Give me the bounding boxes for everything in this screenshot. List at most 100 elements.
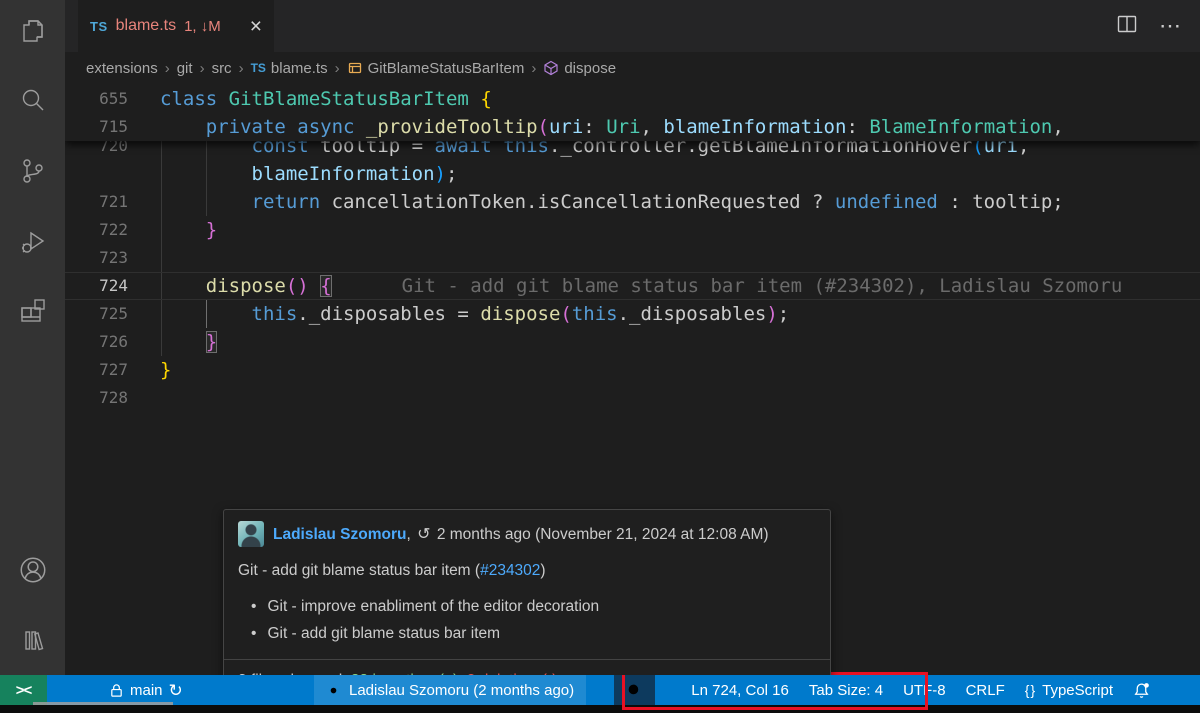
symbol-class-icon bbox=[347, 60, 363, 76]
commit-time: 2 months ago (November 21, 2024 at 12:08… bbox=[437, 526, 769, 543]
library-icon[interactable] bbox=[16, 623, 50, 657]
account-icon[interactable] bbox=[16, 553, 50, 587]
code-line[interactable]: 726 } bbox=[65, 328, 1200, 356]
code-editor[interactable]: 720 const tooltip = await this._controll… bbox=[65, 84, 1200, 675]
remote-indicator[interactable]: >< bbox=[0, 675, 47, 705]
code-line[interactable]: blameInformation); bbox=[65, 160, 1200, 188]
line-number: 721 bbox=[65, 188, 128, 216]
zoom-in-icon bbox=[626, 682, 643, 699]
avatar bbox=[238, 521, 264, 547]
activity-bar bbox=[0, 0, 65, 675]
line-number: 715 bbox=[65, 113, 128, 141]
status-tab-size[interactable]: Tab Size: 4 bbox=[799, 675, 893, 705]
symbol-method-icon bbox=[543, 60, 559, 76]
code-text: } bbox=[160, 356, 171, 384]
breadcrumb-separator: › bbox=[200, 60, 205, 77]
line-number: 722 bbox=[65, 216, 128, 244]
breadcrumb-extensions[interactable]: extensions bbox=[86, 60, 158, 77]
lock-icon bbox=[109, 683, 124, 698]
status-notifications[interactable] bbox=[1123, 675, 1160, 705]
code-line[interactable]: 725 this._disposables = dispose(this._di… bbox=[65, 300, 1200, 328]
line-number: 655 bbox=[65, 85, 128, 113]
ts-file-icon: TS bbox=[90, 19, 108, 34]
extensions-icon[interactable] bbox=[16, 294, 50, 328]
breadcrumb-separator: › bbox=[531, 60, 536, 77]
line-number: 723 bbox=[65, 244, 128, 272]
ts-file-icon: TS bbox=[251, 61, 266, 75]
status-bar: >< main ↻ Ladislau Szomoru (2 months ago… bbox=[0, 675, 1200, 705]
breadcrumb-src[interactable]: src bbox=[212, 60, 232, 77]
code-text: class GitBlameStatusBarItem { bbox=[160, 85, 492, 113]
breadcrumb-file[interactable]: TSblame.ts bbox=[251, 60, 328, 77]
line-number: 726 bbox=[65, 328, 128, 356]
code-line[interactable]: 722 } bbox=[65, 216, 1200, 244]
code-line[interactable]: 724 dispose() {Git - add git blame statu… bbox=[65, 272, 1200, 300]
commit-message: Git - add git blame status bar item (#23… bbox=[238, 562, 816, 580]
commit-bullets: •Git - improve enabliment of the editor … bbox=[238, 593, 816, 647]
code-line[interactable]: 715 private async _provideTooltip(uri: U… bbox=[65, 113, 1200, 141]
inline-blame-annotation: Git - add git blame status bar item (#23… bbox=[332, 275, 1123, 297]
breadcrumb-separator: › bbox=[335, 60, 340, 77]
code-line[interactable]: 723 bbox=[65, 244, 1200, 272]
git-commit-icon bbox=[326, 683, 341, 698]
explorer-icon[interactable] bbox=[16, 14, 50, 48]
deletions-count: 2 deletions(-) bbox=[467, 672, 557, 675]
braces-icon: {} bbox=[1025, 682, 1036, 698]
status-encoding[interactable]: UTF-8 bbox=[893, 675, 956, 705]
code-text: private async _provideTooltip(uri: Uri, … bbox=[160, 113, 1064, 141]
code-line[interactable]: 727} bbox=[65, 356, 1200, 384]
bell-icon bbox=[1133, 682, 1150, 699]
code-text: blameInformation); bbox=[160, 160, 457, 188]
split-editor-icon[interactable] bbox=[1115, 12, 1139, 41]
branch-item[interactable]: main ↻ bbox=[99, 675, 193, 705]
status-language[interactable]: {} TypeScript bbox=[1015, 675, 1123, 705]
sync-icon: ↻ bbox=[169, 682, 183, 699]
bullet-item: •Git - improve enabliment of the editor … bbox=[238, 593, 816, 620]
issue-link[interactable]: #234302 bbox=[480, 562, 540, 579]
window-bottom-edge bbox=[0, 705, 1200, 713]
tab-blame-ts[interactable]: TS blame.ts 1, ↓M × bbox=[78, 0, 274, 52]
more-actions-icon[interactable]: ⋯ bbox=[1159, 13, 1182, 39]
insertions-count: 88 insertions(+) bbox=[351, 672, 458, 675]
commit-stats: 3 files changed, 88 insertions(+), 2 del… bbox=[238, 672, 816, 675]
line-number bbox=[65, 160, 128, 188]
sticky-scroll[interactable]: 655class GitBlameStatusBarItem {715 priv… bbox=[65, 84, 1200, 141]
history-icon: ↺ bbox=[417, 526, 430, 543]
breadcrumb-method[interactable]: dispose bbox=[543, 60, 616, 77]
breadcrumb-git[interactable]: git bbox=[177, 60, 193, 77]
line-number: 724 bbox=[65, 272, 128, 300]
code-text: this._disposables = dispose(this._dispos… bbox=[160, 300, 789, 328]
status-cursor-position[interactable]: Ln 724, Col 16 bbox=[681, 675, 799, 705]
git-blame-status-item[interactable]: Ladislau Szomoru (2 months ago) bbox=[314, 675, 586, 705]
breadcrumb-separator: › bbox=[165, 60, 170, 77]
breadcrumb: extensions › git › src › TSblame.ts › Gi… bbox=[65, 52, 1200, 84]
ui-artifact-line bbox=[33, 702, 173, 705]
divider bbox=[224, 659, 830, 660]
source-control-icon[interactable] bbox=[16, 154, 50, 188]
author-separator: , bbox=[407, 526, 416, 543]
blame-author-label: Ladislau Szomoru (2 months ago) bbox=[349, 682, 574, 699]
tab-title: blame.ts bbox=[116, 17, 176, 35]
remote-icon: >< bbox=[16, 682, 32, 699]
code-line[interactable]: 655 class GitBlameStatusBarItem { bbox=[65, 85, 1200, 113]
code-line[interactable]: 721 return cancellationToken.isCancellat… bbox=[65, 188, 1200, 216]
run-debug-icon[interactable] bbox=[16, 224, 50, 258]
breadcrumb-class[interactable]: GitBlameStatusBarItem bbox=[347, 60, 525, 77]
status-eol[interactable]: CRLF bbox=[956, 675, 1015, 705]
code-line[interactable]: 728 bbox=[65, 384, 1200, 412]
line-number: 725 bbox=[65, 300, 128, 328]
git-blame-hover: Ladislau Szomoru, ↺ 2 months ago (Novemb… bbox=[223, 509, 831, 675]
line-number: 728 bbox=[65, 384, 128, 412]
zoom-status-item[interactable] bbox=[614, 675, 655, 705]
line-number: 727 bbox=[65, 356, 128, 384]
bullet-item: •Git - add git blame status bar item bbox=[238, 620, 816, 647]
status-bar-right: Ln 724, Col 16 Tab Size: 4 UTF-8 CRLF {}… bbox=[681, 675, 1160, 705]
tab-badge: 1, ↓M bbox=[184, 18, 221, 35]
branch-name: main bbox=[130, 682, 163, 699]
tab-bar: TS blame.ts 1, ↓M × ⋯ bbox=[65, 0, 1200, 52]
code-text: dispose() {Git - add git blame status ba… bbox=[160, 272, 1122, 300]
tab-close-icon[interactable]: × bbox=[250, 16, 262, 37]
search-icon[interactable] bbox=[16, 84, 50, 118]
author-link[interactable]: Ladislau Szomoru bbox=[273, 526, 407, 543]
code-text: return cancellationToken.isCancellationR… bbox=[160, 188, 1064, 216]
